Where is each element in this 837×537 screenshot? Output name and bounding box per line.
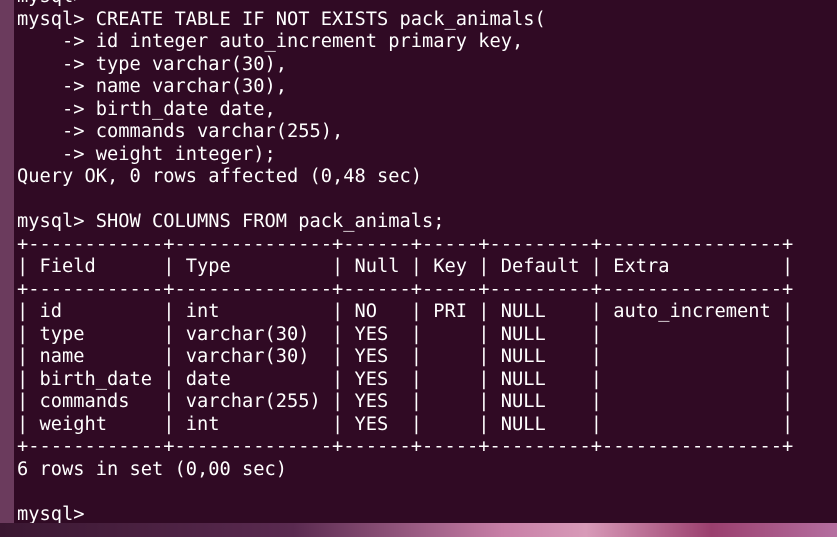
table-row: | weight | int | YES | | NULL | | xyxy=(17,413,794,435)
table-row: | name | varchar(30) | YES | | NULL | | xyxy=(17,346,794,367)
terminal-line-query-ok: Query OK, 0 rows affected (0,48 sec) xyxy=(17,166,423,187)
table-row: | type | varchar(30) | YES | | NULL | | xyxy=(17,323,794,345)
terminal-line-rows-in-set: 6 rows in set (0,00 sec) xyxy=(17,458,288,480)
terminal-line-id-column: -> id integer auto_increment primary key… xyxy=(17,31,524,52)
terminal-line-partial-prompt: mysql> xyxy=(17,0,793,9)
window-left-edge xyxy=(0,0,14,537)
terminal-line-weight-column: -> weight integer); xyxy=(17,143,276,165)
table-row: | commands | varchar(255) | YES | | NULL… xyxy=(17,391,794,412)
terminal-window[interactable]: mysql> mysql> CREATE TABLE IF NOT EXISTS… xyxy=(14,0,837,526)
table-border-header: +------------+--------------+------+----… xyxy=(17,278,794,300)
terminal-output: mysql> mysql> CREATE TABLE IF NOT EXISTS… xyxy=(17,0,793,526)
terminal-line-create-table: mysql> CREATE TABLE IF NOT EXISTS pack_a… xyxy=(17,8,546,30)
table-row: | id | int | NO | PRI | NULL | auto_incr… xyxy=(17,301,794,322)
terminal-line-show-columns: mysql> SHOW COLUMNS FROM pack_animals; xyxy=(17,211,445,232)
desktop-wallpaper-strip xyxy=(0,523,837,537)
terminal-line-birth-date-column: -> birth_date date, xyxy=(17,98,276,120)
table-border-bottom: +------------+--------------+------+----… xyxy=(17,436,794,457)
terminal-line-commands-column: -> commands varchar(255), xyxy=(17,121,344,142)
terminal-line-type-column: -> type varchar(30), xyxy=(17,53,288,75)
table-header-row: | Field | Type | Null | Key | Default | … xyxy=(17,256,794,277)
table-row: | birth_date | date | YES | | NULL | | xyxy=(17,368,794,390)
terminal-line-name-column: -> name varchar(30), xyxy=(17,76,288,97)
table-border-top: +------------+--------------+------+----… xyxy=(17,233,794,255)
